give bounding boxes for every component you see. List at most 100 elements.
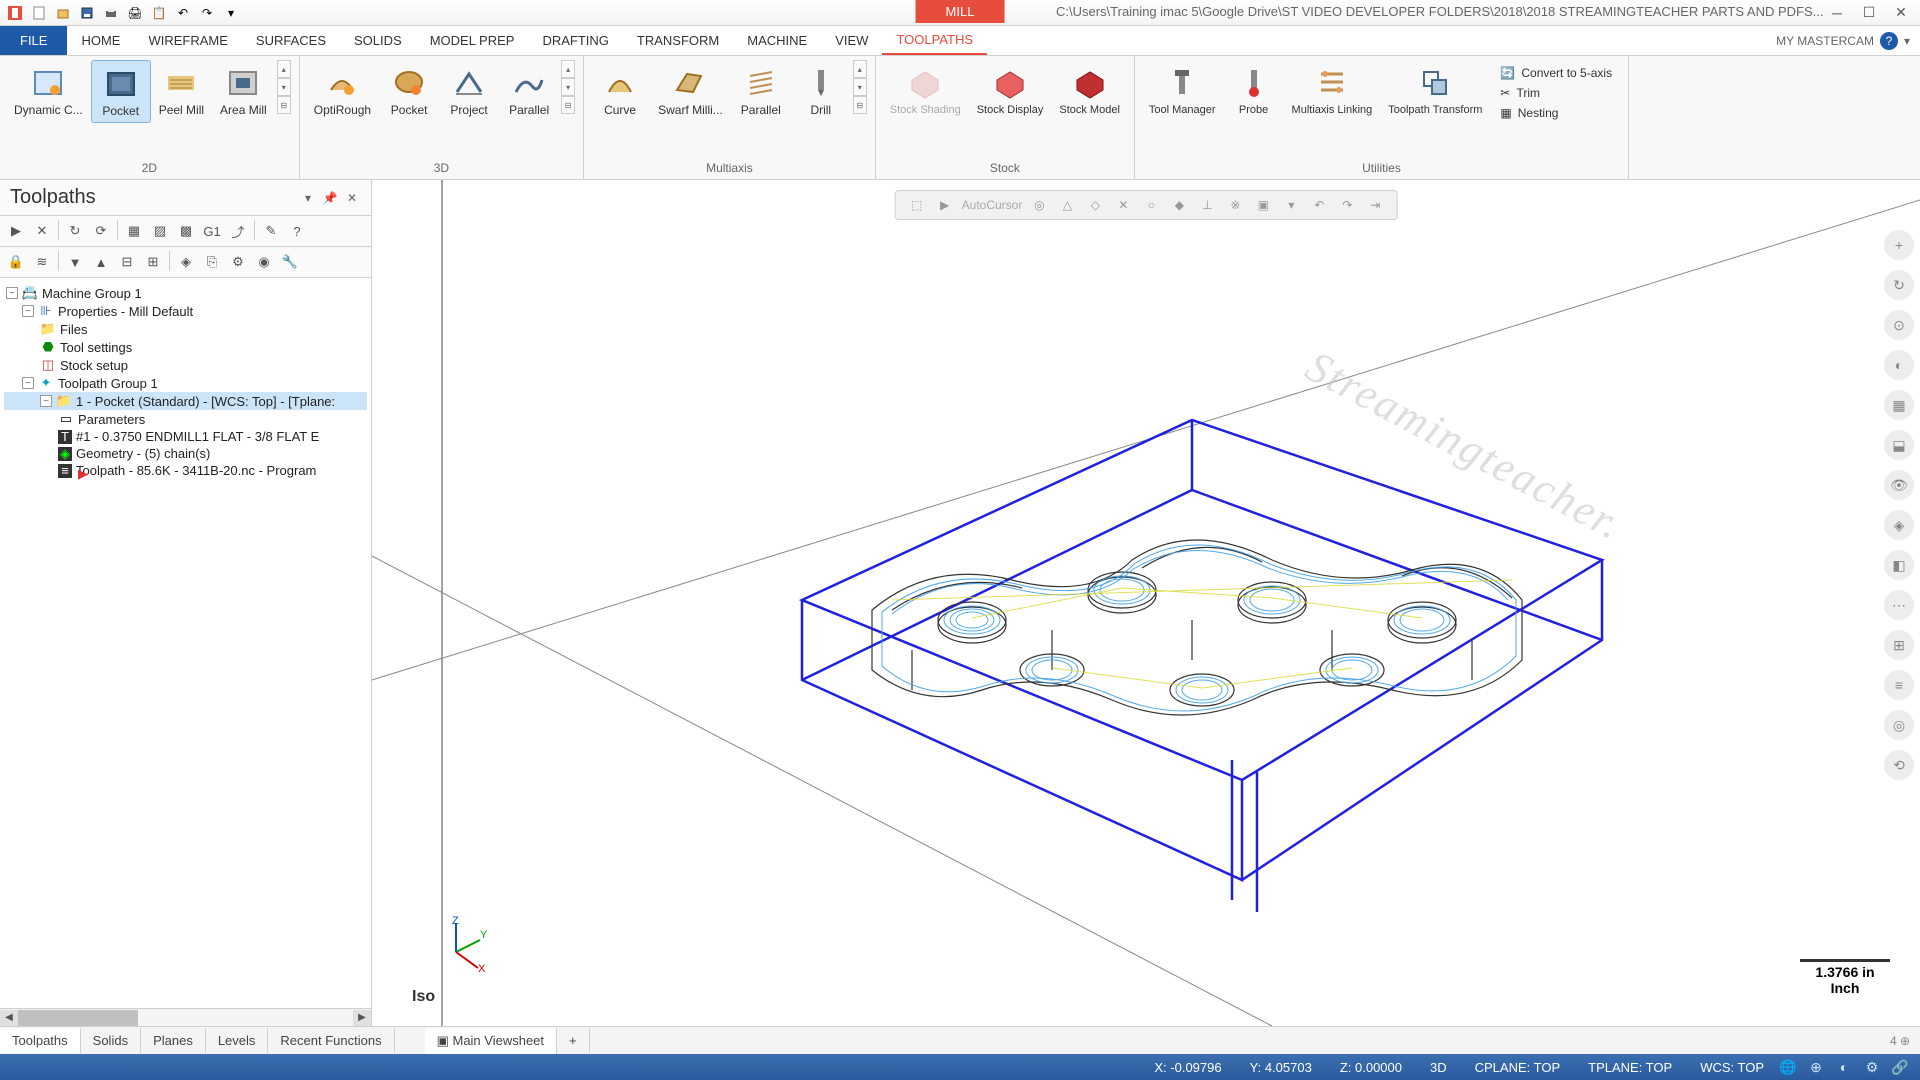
status-tplane[interactable]: TPLANE: TOP (1574, 1060, 1686, 1075)
pt-regen-icon[interactable]: ↻ (63, 220, 87, 242)
btn-area-mill[interactable]: Area Mill (212, 60, 275, 121)
undo-icon[interactable]: ↶ (172, 3, 194, 23)
tab-wireframe[interactable]: WIREFRAME (134, 26, 241, 55)
tab-transform[interactable]: TRANSFORM (623, 26, 733, 55)
levels-icon[interactable]: ≡ (1884, 670, 1914, 700)
gallery-up-icon[interactable]: ▴ (277, 60, 291, 78)
scroll-thumb[interactable] (18, 1010, 138, 1026)
status-gear-icon[interactable]: ⚙ (1862, 1057, 1882, 1077)
tab-view[interactable]: VIEW (821, 26, 882, 55)
pt-display-icon[interactable]: ≋ (30, 251, 54, 273)
panel-close-icon[interactable]: ✕ (343, 189, 361, 207)
status-wire-globe-icon[interactable]: ⊕ (1806, 1057, 1826, 1077)
pt-copy-icon[interactable]: ⎘ (200, 251, 224, 273)
gallery-down-icon[interactable]: ▾ (277, 78, 291, 96)
node-properties[interactable]: −⊪Properties - Mill Default (4, 302, 367, 320)
btab-viewsheet[interactable]: ▣ Main Viewsheet (425, 1028, 557, 1054)
pt-verify-icon[interactable]: ▨ (148, 220, 172, 242)
pt-ghost-icon[interactable]: ◈ (174, 251, 198, 273)
tab-toolpaths[interactable]: TOOLPATHS (882, 26, 987, 55)
context-tab-mill[interactable]: MILL (916, 0, 1005, 23)
help-icon[interactable]: ? (1880, 32, 1898, 50)
tree-collapse-icon[interactable]: − (22, 377, 34, 389)
redo-icon[interactable]: ↷ (196, 3, 218, 23)
pt-lock-icon[interactable]: 🔒 (4, 251, 28, 273)
grid-icon[interactable]: ⊞ (1884, 630, 1914, 660)
minimize-button[interactable]: ─ (1822, 3, 1852, 23)
btn-nesting[interactable]: ▦Nesting (1494, 104, 1618, 122)
btab-planes[interactable]: Planes (141, 1028, 206, 1053)
zoom-fit-icon[interactable]: ⊙ (1884, 310, 1914, 340)
btn-dynamic-contour[interactable]: Dynamic C... (6, 60, 91, 121)
panel-dropdown-icon[interactable]: ▾ (299, 189, 317, 207)
tree-collapse-icon[interactable]: − (6, 287, 18, 299)
ribbon-options-icon[interactable]: ▾ (1904, 34, 1910, 48)
gallery-down-icon[interactable]: ▾ (853, 78, 867, 96)
tab-drafting[interactable]: DRAFTING (528, 26, 622, 55)
pt-backplot-icon[interactable]: ▦ (122, 220, 146, 242)
btn-tool-manager[interactable]: Tool Manager (1141, 60, 1224, 120)
pt-collapse-icon[interactable]: ⊟ (115, 251, 139, 273)
pt-regen-all-icon[interactable]: ⟳ (89, 220, 113, 242)
open-icon[interactable] (52, 3, 74, 23)
print-icon[interactable] (100, 3, 122, 23)
refresh-icon[interactable]: ⟲ (1884, 750, 1914, 780)
panel-pin-icon[interactable]: 📌 (321, 189, 339, 207)
qat-dropdown-icon[interactable]: ▾ (220, 3, 242, 23)
btn-peel-mill[interactable]: Peel Mill (151, 60, 212, 121)
gallery-more-icon[interactable]: ⊟ (277, 96, 291, 114)
tab-surfaces[interactable]: SURFACES (242, 26, 340, 55)
status-z[interactable]: Z: 0.00000 (1326, 1060, 1416, 1075)
btn-multiaxis-linking[interactable]: Multiaxis Linking (1284, 60, 1381, 120)
btn-toolpath-transform[interactable]: Toolpath Transform (1380, 60, 1490, 120)
btn-optirough[interactable]: OptiRough (306, 60, 379, 121)
node-operation-1[interactable]: −📁1 - Pocket (Standard) - [WCS: Top] - [… (4, 392, 367, 410)
wire-icon[interactable]: ▦ (1884, 390, 1914, 420)
target-icon[interactable]: ◎ (1884, 710, 1914, 740)
node-files[interactable]: 📁Files (4, 320, 367, 338)
btn-swarf[interactable]: Swarf Milli... (650, 60, 731, 121)
tab-machine[interactable]: MACHINE (733, 26, 821, 55)
gallery-more-icon[interactable]: ⊟ (561, 96, 575, 114)
pt-single-icon[interactable]: ◉ (252, 251, 276, 273)
pt-help-icon[interactable]: ? (285, 220, 309, 242)
node-parameters[interactable]: ▭Parameters (4, 410, 367, 428)
node-machine-group[interactable]: −📇Machine Group 1 (4, 284, 367, 302)
btab-add[interactable]: + (557, 1028, 590, 1053)
pt-highfeed-icon[interactable]: ⤴ (226, 220, 250, 242)
pt-options-icon[interactable]: ⚙ (226, 251, 250, 273)
visibility-icon[interactable]: 👁 (1884, 470, 1914, 500)
maximize-button[interactable]: ☐ (1854, 3, 1884, 23)
close-button[interactable]: ✕ (1886, 3, 1916, 23)
more-icon[interactable]: ⋯ (1884, 590, 1914, 620)
scroll-track[interactable] (18, 1010, 353, 1026)
pt-edit-icon[interactable]: ✎ (259, 220, 283, 242)
btab-toolpaths[interactable]: Toolpaths (0, 1028, 81, 1053)
status-globe-icon[interactable]: 🌐 (1778, 1057, 1798, 1077)
tree-collapse-icon[interactable]: − (40, 395, 52, 407)
status-link-icon[interactable]: 🔗 (1890, 1057, 1910, 1077)
pt-simulate-icon[interactable]: ▩ (174, 220, 198, 242)
scroll-left-icon[interactable]: ◀ (0, 1010, 18, 1026)
btn-drill[interactable]: Drill (791, 60, 851, 121)
tree-collapse-icon[interactable]: − (22, 305, 34, 317)
file-menu[interactable]: FILE (0, 26, 67, 55)
operation-tree[interactable]: −📇Machine Group 1 −⊪Properties - Mill De… (0, 278, 371, 1008)
gallery-down-icon[interactable]: ▾ (561, 78, 575, 96)
btn-convert-5axis[interactable]: 🔄Convert to 5-axis (1494, 64, 1618, 82)
btn-pocket-2d[interactable]: Pocket (91, 60, 151, 123)
btab-recent[interactable]: Recent Functions (268, 1028, 394, 1053)
btn-parallel-multi[interactable]: Parallel (731, 60, 791, 121)
gnomon-icon[interactable]: ◈ (1884, 510, 1914, 540)
node-tool[interactable]: T#1 - 0.3750 ENDMILL1 FLAT - 3/8 FLAT E (4, 428, 367, 445)
pt-sort-up-icon[interactable]: ▲ (89, 251, 113, 273)
node-geometry[interactable]: ◈Geometry - (5) chain(s) (4, 445, 367, 462)
btn-parallel-3d[interactable]: Parallel (499, 60, 559, 121)
btn-project[interactable]: Project (439, 60, 499, 121)
status-mode[interactable]: 3D (1416, 1060, 1461, 1075)
btab-levels[interactable]: Levels (206, 1028, 269, 1053)
my-mastercam-link[interactable]: MY MASTERCAM (1776, 34, 1874, 48)
zoom-in-icon[interactable]: + (1884, 230, 1914, 260)
status-y[interactable]: Y: 4.05703 (1236, 1060, 1326, 1075)
new-icon[interactable] (28, 3, 50, 23)
